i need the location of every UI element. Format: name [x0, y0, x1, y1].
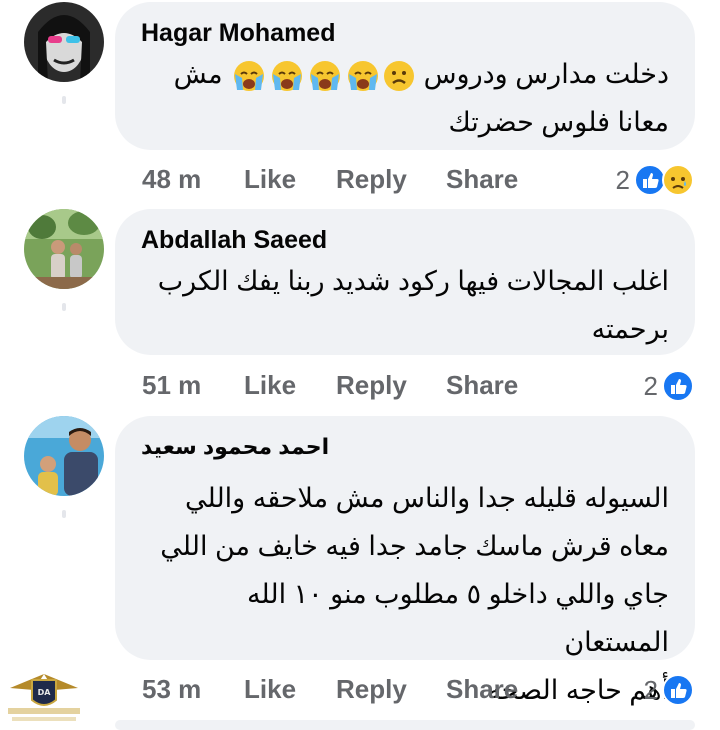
share-button[interactable]: Share [446, 370, 518, 401]
watermark-logo: DA [4, 668, 84, 724]
comment-actions: 51 m Like Reply Share 2 [142, 366, 702, 406]
timestamp[interactable]: 51 m [142, 370, 201, 401]
comment-text: اغلب المجالات فيها ركود شديد ربنا يفك ال… [141, 257, 669, 353]
sad-face-icon [383, 60, 415, 92]
avatar[interactable] [24, 2, 104, 82]
thread-line [62, 96, 66, 104]
crying-face-icon [345, 60, 381, 92]
comment-text-line: برحمته [591, 314, 669, 344]
comment-text-line: مش [173, 59, 223, 89]
like-icon [662, 370, 694, 402]
comment-text-line: جاي واللي داخلو ٥ مطلوب منو ١٠ الله المس… [246, 579, 669, 657]
comment-text-line: معاه قرش ماسك جامد جدا فيه خايف من اللي [160, 531, 669, 561]
reactions-summary[interactable]: 2 [644, 670, 694, 710]
reply-button[interactable]: Reply [336, 370, 407, 401]
author-name[interactable]: احمد محمود سعيد [141, 432, 669, 462]
comment-text-line: معانا فلوس حضرتك [448, 107, 669, 137]
comment-bubble: Hagar Mohamed دخلت مدارس ودروس مش معانا … [115, 2, 695, 150]
like-button[interactable]: Like [244, 164, 296, 195]
comment-text: دخلت مدارس ودروس مش معانا فلوس حضرتك [141, 50, 669, 146]
thread-line [62, 303, 66, 311]
crying-face-icon [269, 60, 305, 92]
timestamp[interactable]: 53 m [142, 674, 201, 705]
author-name[interactable]: Abdallah Saeed [141, 225, 669, 255]
like-icon [662, 674, 694, 706]
like-button[interactable]: Like [244, 674, 296, 705]
avatar[interactable] [24, 209, 104, 289]
share-button[interactable]: Share [446, 164, 518, 195]
thread-line [62, 510, 66, 518]
next-comment-bubble [115, 720, 695, 730]
comment-actions: 48 m Like Reply Share 2 [142, 160, 702, 200]
reactions-summary[interactable]: 2 [616, 160, 694, 200]
reaction-count: 2 [615, 164, 630, 195]
comment-bubble: Abdallah Saeed اغلب المجالات فيها ركود ش… [115, 209, 695, 355]
reaction-count: 2 [643, 674, 658, 705]
share-button[interactable]: Share [446, 674, 518, 705]
sad-icon [662, 164, 694, 196]
reply-button[interactable]: Reply [336, 164, 407, 195]
comment-actions: 53 m Like Reply Share 2 [142, 670, 702, 710]
crying-face-icon [307, 60, 343, 92]
like-button[interactable]: Like [244, 370, 296, 401]
reply-button[interactable]: Reply [336, 674, 407, 705]
crying-face-icon [231, 60, 267, 92]
avatar[interactable] [24, 416, 104, 496]
comment-bubble: احمد محمود سعيد السيوله قليله جدا والناس… [115, 416, 695, 705]
comment-text-line: السيوله قليله جدا والناس مش ملاحقه واللي [185, 483, 669, 513]
author-name[interactable]: Hagar Mohamed [141, 18, 669, 48]
reaction-count: 2 [643, 370, 658, 401]
comment-text-line: اغلب المجالات فيها ركود شديد ربنا يفك ال… [157, 266, 669, 296]
timestamp[interactable]: 48 m [142, 164, 201, 195]
svg-text:DA: DA [38, 688, 52, 697]
comment-text-line: دخلت مدارس ودروس [423, 59, 669, 89]
reactions-summary[interactable]: 2 [644, 366, 694, 406]
